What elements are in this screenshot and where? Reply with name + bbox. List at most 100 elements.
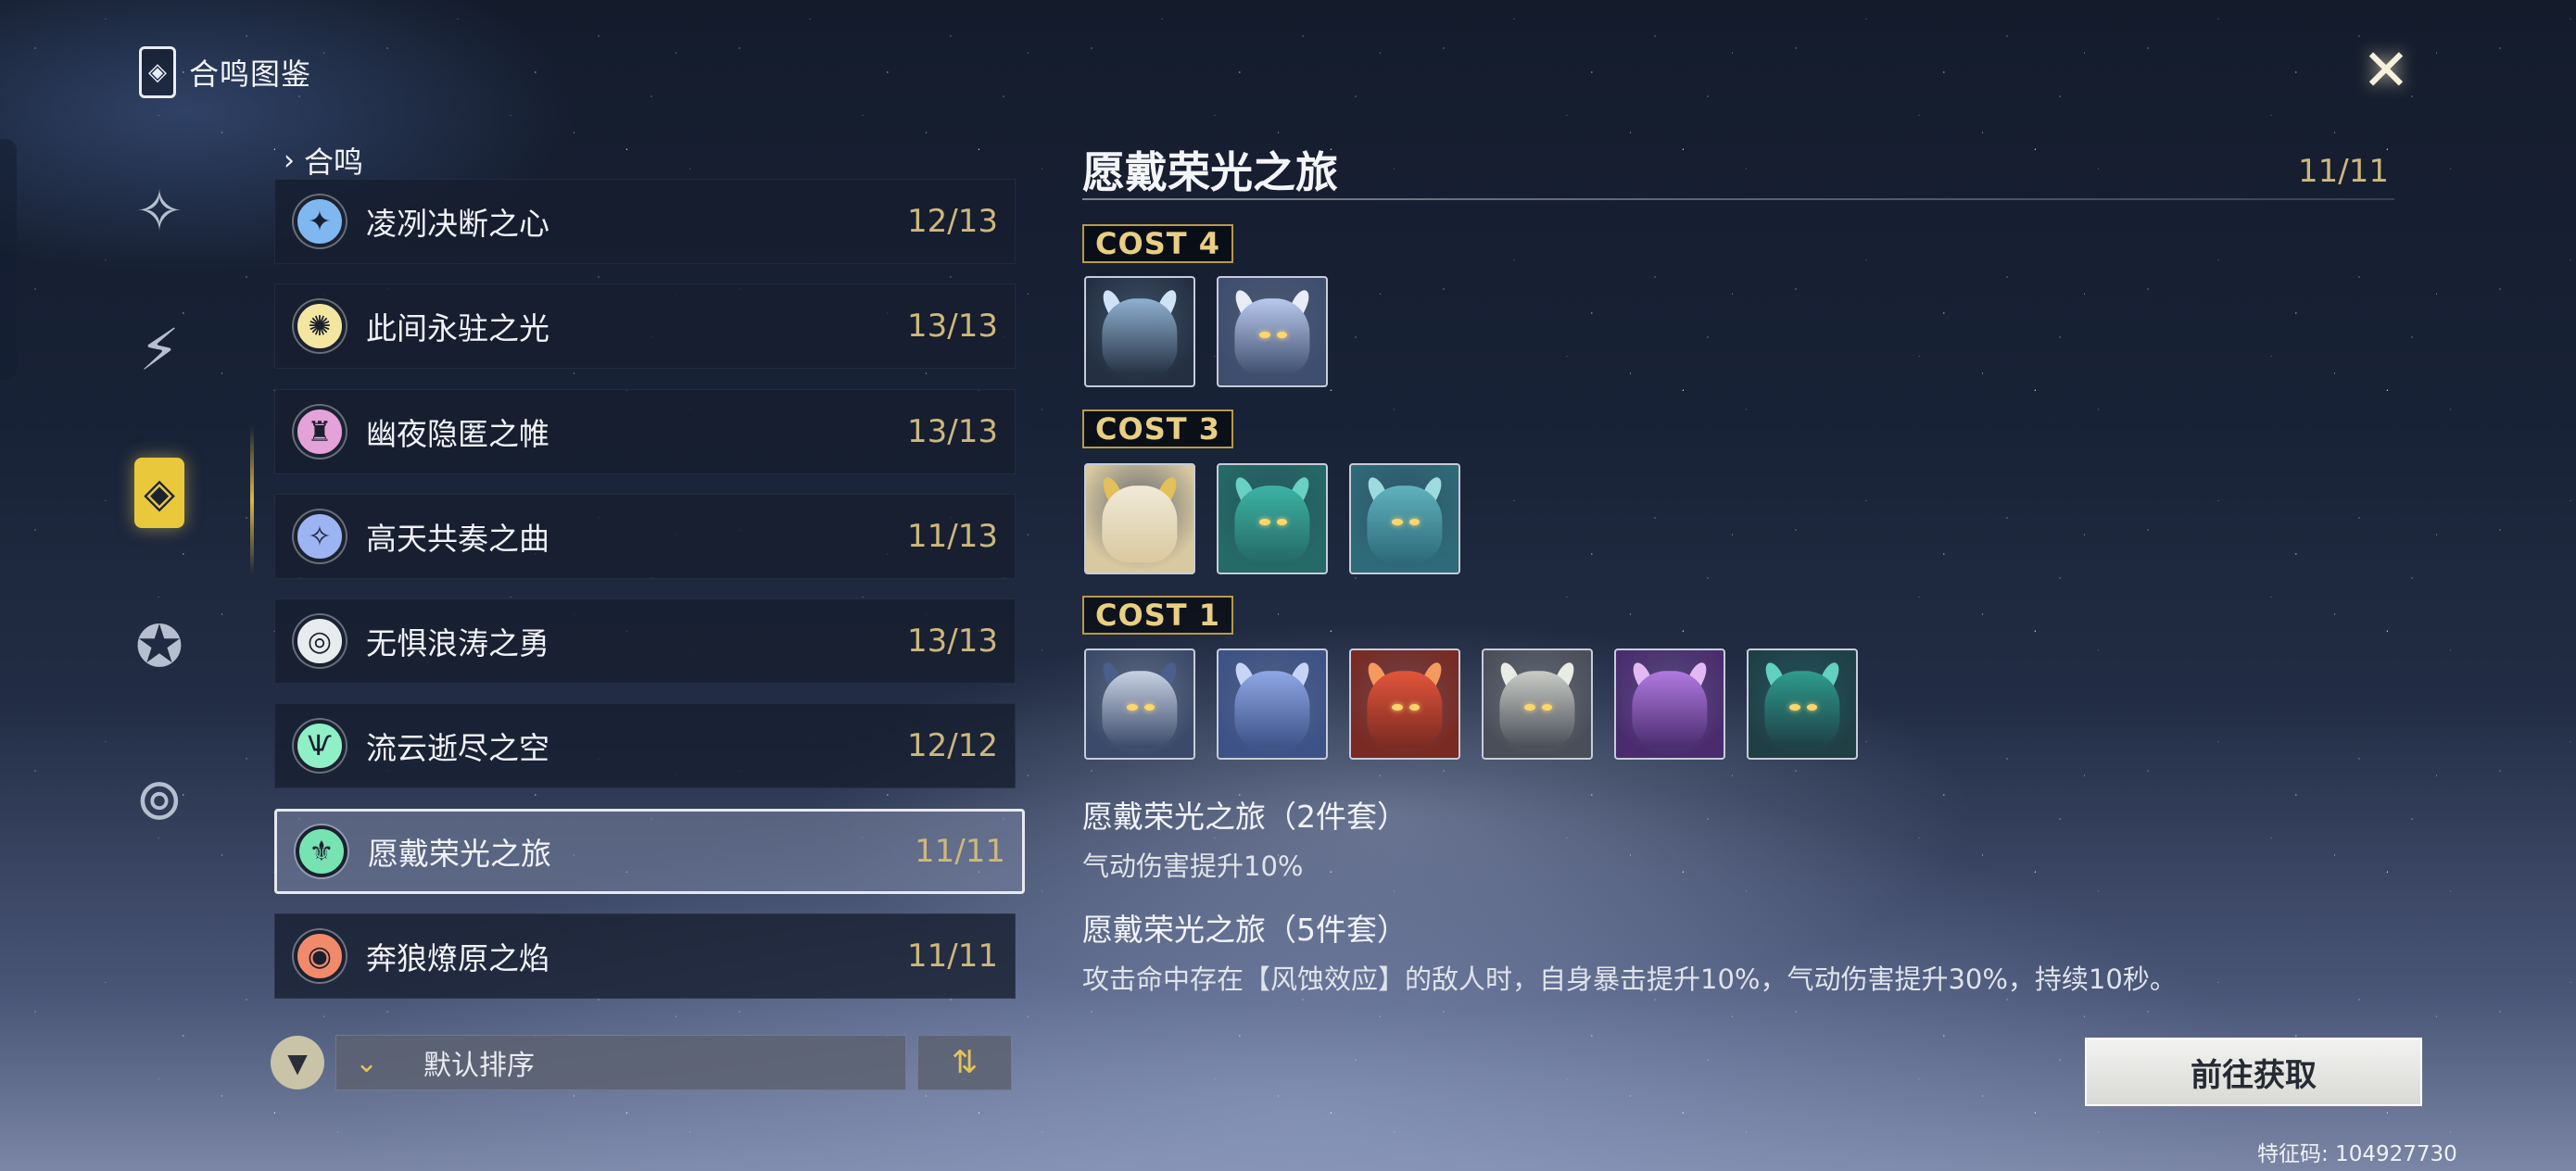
echo-cost3-1[interactable] [1084,463,1195,574]
echo-portrait-icon [1102,485,1178,563]
nav-edge-tab[interactable] [0,139,17,380]
detail-title: 愿戴荣光之旅 [1082,147,1338,197]
echo-portrait-icon [1234,298,1310,376]
echo-cost4-2[interactable] [1217,276,1328,387]
echo-portrait-icon [1234,485,1310,563]
nav-item-2[interactable]: ⚡ [111,301,208,397]
cost-tag: COST 3 [1082,409,1233,448]
echo-portrait-icon [1234,671,1310,749]
set-count: 11/11 [915,833,1005,870]
set-name: 愿戴荣光之旅 [368,836,551,872]
bonus-2pc-description: 气动伤害提升10% [1082,850,1304,882]
detail-divider [1082,198,2394,200]
chevron-right-icon: › [284,144,295,177]
eye-ring-icon: ⊚ [135,764,183,833]
sort-dropdown[interactable]: ⌄ 默认排序 [335,1035,906,1090]
echo-eye [1276,519,1288,525]
sort-order-icon: ⇅ [951,1044,979,1081]
cost-tag: COST 4 [1082,224,1233,263]
echo-cost1-5[interactable] [1614,648,1725,760]
echo-eye [1408,519,1421,525]
set-list-item[interactable]: ◉ 奔狼燎原之焰 11/11 [274,913,1016,999]
echo-cost3-3[interactable] [1349,463,1460,574]
echo-cost1-2[interactable] [1217,648,1328,760]
set-emblem-icon: ✺ [294,300,346,352]
set-list-item[interactable]: ✧ 高天共奏之曲 11/13 [274,494,1016,579]
go-obtain-button[interactable]: 前往获取 [2085,1038,2422,1106]
sort-order-button[interactable]: ⇅ [917,1035,1012,1090]
set-list-item[interactable]: ◎ 无惧浪涛之勇 13/13 [274,598,1016,684]
set-list-item[interactable]: ⚜ 愿戴荣光之旅 11/11 [274,809,1025,894]
set-name: 奔狼燎原之焰 [366,940,549,976]
set-emblem-icon: ◉ [294,930,346,982]
set-list-item[interactable]: ✦ 凌冽决断之心 12/13 [274,179,1016,264]
echo-eye [1392,704,1403,711]
set-count: 11/11 [907,938,998,975]
set-emblem-icon: Ѱ [294,720,346,772]
set-name: 此间永驻之光 [366,310,549,346]
detail-count: 11/11 [2298,153,2389,190]
echo-portrait-icon [1102,298,1178,376]
nav-item-1[interactable]: ✧ [111,162,208,258]
nav-item-3[interactable]: ◈ [111,445,208,541]
set-emblem-icon: ✧ [294,510,346,562]
set-emblem-icon: ⚜ [296,825,347,877]
breadcrumb[interactable]: › 合鸣 [284,139,363,182]
nav-item-4[interactable]: ✪ [111,598,208,694]
set-count: 12/12 [907,727,998,764]
echo-cost1-1[interactable] [1084,648,1195,760]
bonus-5pc-title: 愿戴荣光之旅（5件套） [1082,912,1408,948]
echo-portrait-icon [1632,671,1708,749]
set-list-item[interactable]: ♜ 幽夜隐匿之帷 13/13 [274,389,1016,474]
nav-item-5[interactable]: ⊚ [111,750,208,847]
set-name: 凌冽决断之心 [366,206,549,242]
sort-label: 默认排序 [423,1050,535,1082]
close-button[interactable]: ✕ [2354,36,2418,104]
set-name: 高天共奏之曲 [366,521,549,557]
sort-bar: ▼ ⌄ 默认排序 ⇅ [271,1035,1012,1090]
set-name: 流云逝尽之空 [366,730,549,766]
echo-cost1-3[interactable] [1349,648,1460,760]
set-list-item[interactable]: ✺ 此间永驻之光 13/13 [274,283,1016,369]
set-count: 11/13 [907,518,998,555]
page-title: 合鸣图鉴 [189,57,312,92]
echo-eye [1392,519,1403,525]
echo-cost3-2[interactable] [1217,463,1328,574]
breadcrumb-label: 合鸣 [304,145,364,180]
set-emblem-icon: ♜ [294,406,346,458]
lightning-stack-icon: ⚡ [139,315,180,384]
star-compass-icon: ✧ [135,176,183,245]
echo-eye [1259,519,1270,525]
set-count: 12/13 [907,203,998,240]
sonata-logo-icon: ◈ [139,46,176,98]
echo-portrait-icon [1102,671,1178,749]
player-uid: 特征码: 104927730 [2257,1142,2457,1166]
filter-icon: ▼ [287,1047,308,1078]
bonus-2pc-title: 愿戴荣光之旅（2件套） [1082,799,1408,835]
side-nav: ✧ ⚡ ◈ ✪ ⊚ [0,139,269,880]
chevron-down-icon: ⌄ [355,1046,379,1079]
set-count: 13/13 [907,308,998,345]
filter-button[interactable]: ▼ [271,1036,324,1089]
set-name: 无惧浪涛之勇 [366,625,549,661]
echo-portrait-icon [1499,671,1575,749]
echo-cost1-6[interactable] [1747,648,1858,760]
set-emblem-icon: ◎ [294,615,346,667]
echo-portrait-icon [1367,485,1443,563]
echo-portrait-icon [1367,671,1443,749]
sonata-card-icon: ◈ [134,458,184,528]
echo-cost4-1[interactable] [1084,276,1195,387]
set-emblem-icon: ✦ [294,195,346,247]
nav-active-indicator [250,426,254,574]
echo-eye [1541,704,1553,711]
app-header: ◈ 合鸣图鉴 [139,46,311,98]
set-list-item[interactable]: Ѱ 流云逝尽之空 12/12 [274,703,1016,788]
cost-tag: COST 1 [1082,596,1233,635]
echo-eye [1259,332,1270,338]
echo-eye [1127,704,1138,711]
echo-eye [1408,704,1421,711]
echo-cost1-4[interactable] [1482,648,1593,760]
set-name: 幽夜隐匿之帷 [366,416,549,452]
bonus-5pc-description: 攻击命中存在【风蚀效应】的敌人时，自身暴击提升10%，气动伤害提升30%，持续1… [1082,963,2177,995]
set-count: 13/13 [907,623,998,660]
